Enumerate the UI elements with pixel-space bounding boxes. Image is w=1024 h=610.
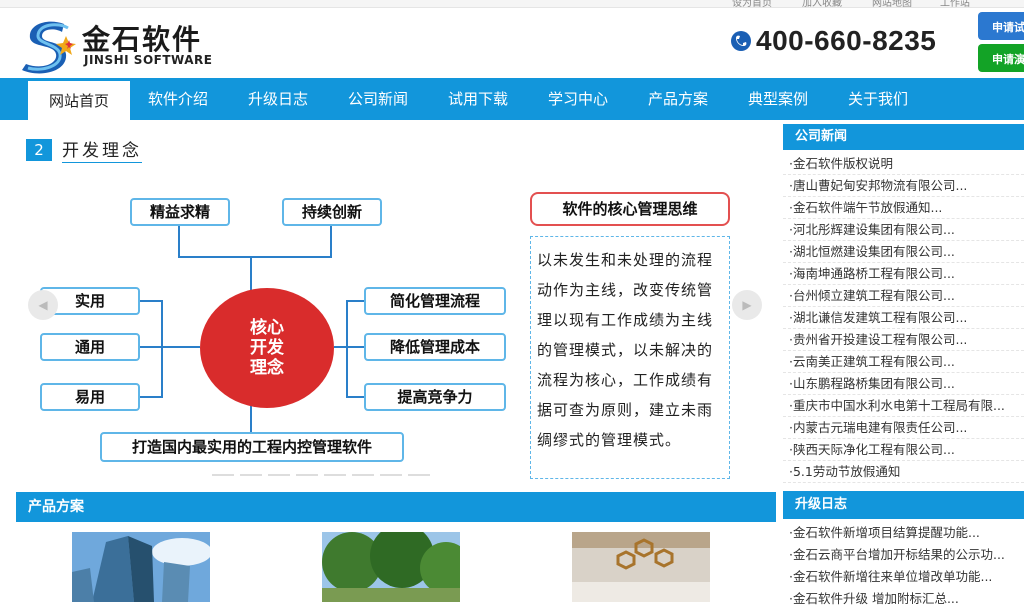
products-heading: 产品方案 bbox=[16, 492, 776, 522]
news-item[interactable]: ·内蒙古元瑞电建有限责任公司... bbox=[783, 417, 1024, 439]
updates-heading[interactable]: 升级日志 bbox=[783, 491, 1024, 519]
news-item[interactable]: ·陕西天际净化工程有限公司... bbox=[783, 439, 1024, 461]
news-item[interactable]: ·云南美正建筑工程有限公司... bbox=[783, 351, 1024, 373]
slider-dot[interactable] bbox=[296, 474, 318, 476]
news-item[interactable]: ·海南坤通路桥工程有限公司... bbox=[783, 263, 1024, 285]
nav-learning-center[interactable]: 学习中心 bbox=[536, 78, 620, 120]
connector-line bbox=[334, 346, 364, 348]
news-item[interactable]: ·河北彤辉建设集团有限公司... bbox=[783, 219, 1024, 241]
apply-trial-button[interactable]: 申请试用 bbox=[978, 12, 1024, 40]
concept-box-innovation: 持续创新 bbox=[282, 198, 382, 226]
slider-dot[interactable] bbox=[212, 474, 234, 476]
news-item[interactable]: ·贵州省开投建设工程有限公司... bbox=[783, 329, 1024, 351]
thinking-text: 以未发生和未处理的流程动作为主线，改变传统管理以现有工作成绩为主线的管理模式，以… bbox=[530, 236, 730, 479]
core-line: 开发 bbox=[250, 338, 284, 358]
connector-line bbox=[346, 300, 348, 398]
connector-line bbox=[250, 256, 252, 290]
slider-dot[interactable] bbox=[268, 474, 290, 476]
news-list: ·金石软件版权说明 ·唐山曹妃甸安邦物流有限公司... ·金石软件端午节放假通知… bbox=[783, 153, 1024, 483]
logo-english-name: JINSHI SOFTWARE bbox=[84, 53, 213, 67]
connector-line bbox=[140, 396, 162, 398]
nav-trial-download[interactable]: 试用下载 bbox=[436, 78, 520, 120]
concept-heading: 2 开发理念 bbox=[26, 136, 142, 163]
news-item[interactable]: ·5.1劳动节放假通知 bbox=[783, 461, 1024, 483]
slider-dot[interactable] bbox=[408, 474, 430, 476]
concept-box-easy: 易用 bbox=[40, 383, 140, 411]
logo-chinese-name: 金石软件 bbox=[82, 23, 203, 56]
news-item[interactable]: ·湖北谦信发建筑工程有限公司... bbox=[783, 307, 1024, 329]
section-title: 开发理念 bbox=[62, 136, 142, 163]
connector-line bbox=[140, 300, 162, 302]
thinking-title: 软件的核心管理思维 bbox=[530, 192, 730, 226]
nav-product-solutions[interactable]: 产品方案 bbox=[636, 78, 720, 120]
news-item[interactable]: ·金石软件版权说明 bbox=[783, 153, 1024, 175]
slider-dot[interactable] bbox=[240, 474, 262, 476]
slider-dot[interactable] bbox=[324, 474, 346, 476]
news-heading[interactable]: 公司新闻 bbox=[783, 124, 1024, 150]
slider-dot[interactable] bbox=[380, 474, 402, 476]
nav-typical-cases[interactable]: 典型案例 bbox=[736, 78, 820, 120]
concept-box-simplify: 简化管理流程 bbox=[364, 287, 506, 315]
connector-line bbox=[250, 406, 252, 432]
core-concept-circle: 核心 开发 理念 bbox=[200, 288, 334, 408]
slider-dots bbox=[212, 474, 436, 476]
update-item[interactable]: ·金石软件新增往来单位增改单功能... bbox=[783, 566, 1024, 588]
site-header: 金石软件 JINSHI SOFTWARE 400-660-8235 申请试用 申… bbox=[0, 8, 1024, 78]
nav-changelog[interactable]: 升级日志 bbox=[236, 78, 320, 120]
concept-box-goal: 打造国内最实用的工程内控管理软件 bbox=[100, 432, 404, 462]
products-gallery bbox=[16, 523, 776, 602]
main-nav: 网站首页 软件介绍 升级日志 公司新闻 试用下载 学习中心 产品方案 典型案例 … bbox=[0, 78, 1024, 120]
connector-line bbox=[140, 346, 200, 348]
connector-line bbox=[346, 396, 366, 398]
concept-box-excellence: 精益求精 bbox=[130, 198, 230, 226]
connector-line bbox=[346, 300, 366, 302]
hotline-number: 400-660-8235 bbox=[756, 25, 937, 56]
apply-demo-button[interactable]: 申请演示 bbox=[978, 44, 1024, 72]
slider-next-icon[interactable]: ▶ bbox=[732, 290, 762, 320]
nav-about-us[interactable]: 关于我们 bbox=[836, 78, 920, 120]
core-line: 核心 bbox=[250, 318, 284, 338]
news-item[interactable]: ·唐山曹妃甸安邦物流有限公司... bbox=[783, 175, 1024, 197]
news-item[interactable]: ·湖北恒燃建设集团有限公司... bbox=[783, 241, 1024, 263]
product-image-building[interactable] bbox=[72, 532, 210, 602]
phone-icon bbox=[731, 31, 751, 51]
news-item[interactable]: ·台州倾立建筑工程有限公司... bbox=[783, 285, 1024, 307]
update-item[interactable]: ·金石软件新增项目结算提醒功能... bbox=[783, 522, 1024, 544]
connector-line bbox=[161, 300, 163, 398]
product-image-interior[interactable] bbox=[572, 532, 710, 602]
connector-line bbox=[330, 226, 332, 258]
nav-software-intro[interactable]: 软件介绍 bbox=[136, 78, 220, 120]
jinshi-logo-icon[interactable] bbox=[18, 16, 76, 74]
concept-box-reduce-cost: 降低管理成本 bbox=[364, 333, 506, 361]
product-image-garden[interactable] bbox=[322, 532, 460, 602]
connector-line bbox=[178, 256, 332, 258]
news-item[interactable]: ·重庆市中国水利水电第十工程局有限... bbox=[783, 395, 1024, 417]
right-sidebar: 公司新闻 ·金石软件版权说明 ·唐山曹妃甸安邦物流有限公司... ·金石软件端午… bbox=[783, 124, 1024, 606]
update-item[interactable]: ·金石云商平台增加开标结果的公示功... bbox=[783, 544, 1024, 566]
connector-line bbox=[178, 226, 180, 258]
top-utility-bar: 设为首页 加入收藏 网站地图 工作站 bbox=[0, 0, 1024, 9]
updates-list: ·金石软件新增项目结算提醒功能... ·金石云商平台增加开标结果的公示功... … bbox=[783, 522, 1024, 610]
concept-box-universal: 通用 bbox=[40, 333, 140, 361]
nav-company-news[interactable]: 公司新闻 bbox=[336, 78, 420, 120]
news-item[interactable]: ·山东鹏程路桥集团有限公司... bbox=[783, 373, 1024, 395]
hotline: 400-660-8235 bbox=[730, 24, 936, 58]
slider-dot[interactable] bbox=[352, 474, 374, 476]
update-item[interactable]: ·金石软件升级 增加附标汇总... bbox=[783, 588, 1024, 610]
slider-prev-icon[interactable]: ◀ bbox=[28, 290, 58, 320]
section-number: 2 bbox=[26, 138, 52, 161]
core-line: 理念 bbox=[250, 358, 284, 378]
nav-home[interactable]: 网站首页 bbox=[28, 78, 130, 120]
concept-banner: 2 开发理念 精益求精 持续创新 实用 通用 易用 简化管理流程 降低管理成本 … bbox=[16, 124, 776, 488]
news-item[interactable]: ·金石软件端午节放假通知... bbox=[783, 197, 1024, 219]
concept-box-competitiveness: 提高竞争力 bbox=[364, 383, 506, 411]
